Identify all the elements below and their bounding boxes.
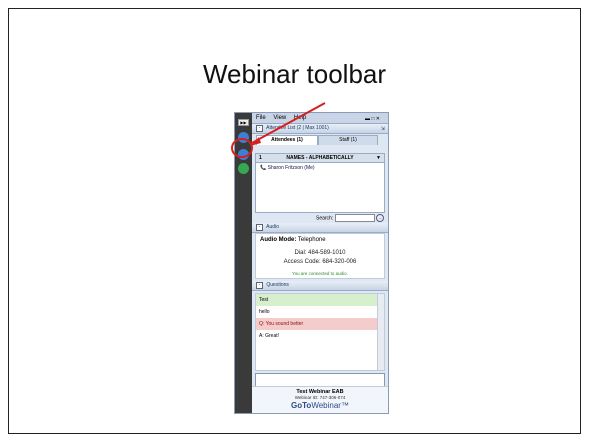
menu-file[interactable]: File	[256, 115, 266, 121]
dial-value: 484-589-1010	[308, 250, 346, 256]
audio-body: Audio Mode: Telephone Dial: 484-589-1010…	[255, 233, 385, 279]
menu-help[interactable]: Help	[294, 115, 306, 121]
grab-tab: ▶▶	[235, 113, 252, 413]
menu-bar: File View Help ▬ □ ✕	[252, 113, 388, 124]
audio-mode-value[interactable]: Telephone	[298, 237, 326, 243]
access-code-value: 684-320-006	[322, 259, 357, 265]
list-item[interactable]: Test	[256, 294, 384, 306]
tab-attendees[interactable]: Attendees (1)	[256, 135, 318, 145]
webinar-footer: Test Webinar EAB Webinar ID: 747-306-074…	[252, 386, 388, 413]
phone-icon: 📞	[260, 165, 267, 171]
access-code-row: Access Code: 684-320-006	[256, 259, 384, 265]
attendee-list-header[interactable]: - Attendee List (2 | Max 1001) ⇲	[252, 124, 388, 134]
chevron-down-icon[interactable]: ▼	[376, 154, 381, 162]
search-label: Search:	[315, 215, 334, 222]
control-panel: File View Help ▬ □ ✕ - Attendee List (2 …	[252, 113, 388, 413]
questions-log: Test hello Q: You sound better A: Great!	[255, 293, 385, 371]
slide: Webinar toolbar ▶▶ File View Help ▬ □ ✕ …	[8, 8, 581, 434]
questions-section: - Questions Test hello Q: You sound bett…	[252, 281, 388, 398]
dial-row: Dial: 484-589-1010	[256, 250, 384, 256]
audio-mode-label: Audio Mode:	[260, 237, 297, 243]
audio-header[interactable]: - Audio	[252, 223, 388, 233]
search-go-icon[interactable]: →	[376, 214, 384, 222]
attendee-list: 1 NAMES - ALPHABETICALLY ▼ 📞 Sharon Frit…	[255, 153, 385, 213]
webinar-id: Webinar ID: 747-306-074	[294, 395, 346, 400]
audio-icon[interactable]	[238, 163, 249, 174]
search-input[interactable]	[334, 214, 375, 222]
audio-mode: Audio Mode: Telephone	[260, 237, 326, 243]
window-controls[interactable]: ▬ □ ✕	[365, 114, 380, 124]
sort-index: 1	[259, 155, 262, 161]
tab-staff[interactable]: Staff (1)	[318, 135, 378, 145]
audio-title: Audio	[266, 224, 279, 230]
list-item[interactable]: hello	[256, 306, 384, 318]
search-row: Search: →	[316, 214, 384, 222]
questions-title: Questions	[266, 282, 289, 288]
screen-share-icon[interactable]	[238, 132, 249, 143]
list-item[interactable]: Q: You sound better	[256, 318, 384, 330]
gotowebinar-control-panel: ▶▶ File View Help ▬ □ ✕ - Attendee List …	[234, 112, 389, 414]
attendee-list-title: Attendee List (2 | Max 1001)	[266, 125, 329, 131]
brand-rest: Webinar™	[311, 401, 349, 410]
gotowebinar-logo: GoToWebinar™	[252, 401, 388, 410]
collapse-icon[interactable]: -	[256, 224, 263, 231]
collapse-icon[interactable]: -	[256, 282, 263, 289]
popout-icon[interactable]: ⇲	[381, 125, 385, 134]
list-sort-header[interactable]: 1 NAMES - ALPHABETICALLY ▼	[256, 154, 384, 163]
scrollbar[interactable]	[377, 294, 384, 370]
dial-label: Dial:	[294, 250, 307, 256]
questions-header[interactable]: - Questions	[252, 281, 388, 291]
menu-view[interactable]: View	[273, 115, 286, 121]
attendee-list-icon[interactable]	[238, 149, 249, 160]
attendee-name: Sharon Fritzson (Me)	[267, 165, 315, 171]
list-item[interactable]: A: Great!	[256, 330, 384, 342]
audio-status: You are connected to audio.	[292, 271, 348, 276]
brand-goto: GoTo	[291, 401, 312, 410]
attendee-tabs: Attendees (1) Staff (1)	[252, 134, 388, 145]
list-item[interactable]: 📞 Sharon Fritzson (Me)	[256, 163, 384, 173]
access-code-label: Access Code:	[283, 259, 321, 265]
grab-tab-collapse-button[interactable]: ▶▶	[238, 119, 249, 126]
collapse-icon[interactable]: -	[256, 125, 263, 132]
slide-title: Webinar toolbar	[202, 59, 387, 89]
list-sort-label: NAMES - ALPHABETICALLY	[286, 155, 354, 161]
audio-section: - Audio Audio Mode: Telephone Dial: 484-…	[252, 223, 388, 279]
